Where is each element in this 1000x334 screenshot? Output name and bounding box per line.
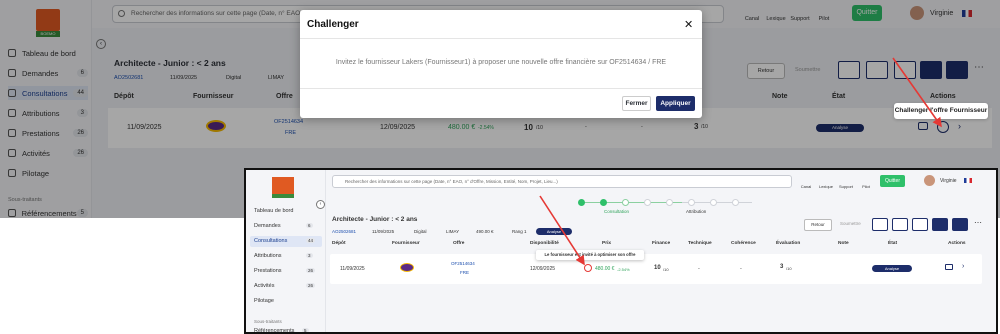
arrow-back: [892, 57, 942, 128]
arrow-front: [539, 195, 585, 266]
annotation-arrows: [539, 57, 942, 266]
